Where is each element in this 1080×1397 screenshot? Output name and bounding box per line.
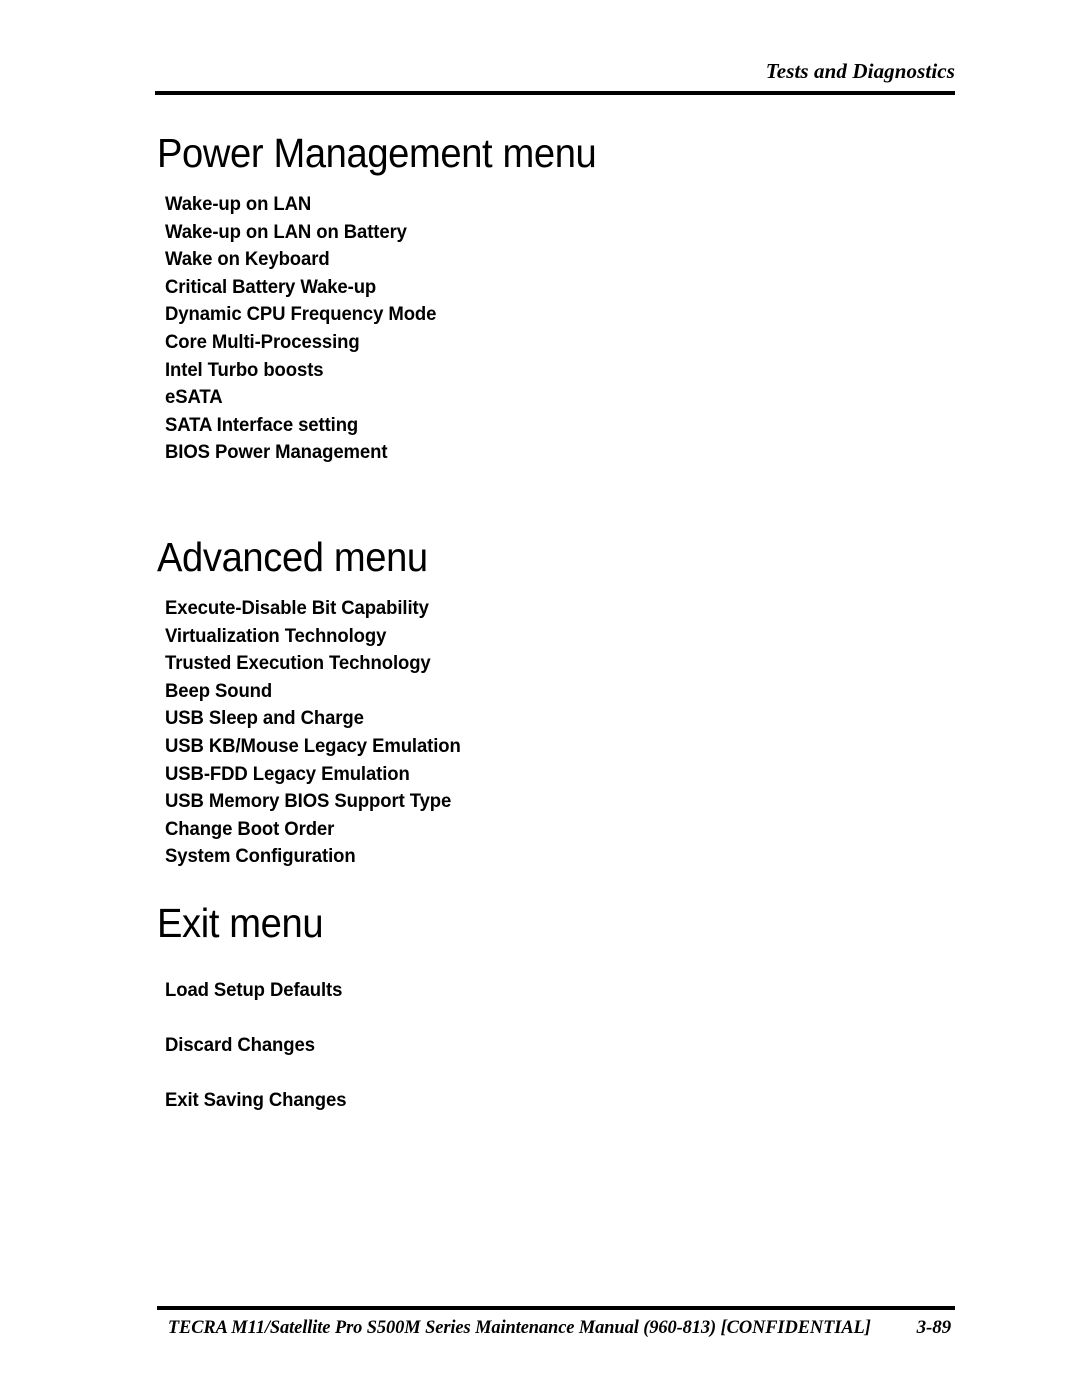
- section-heading-exit: Exit menu: [157, 900, 324, 946]
- list-item: Exit Saving Changes: [165, 1089, 347, 1111]
- list-item: Wake-up on LAN: [165, 193, 312, 215]
- list-item: Load Setup Defaults: [165, 979, 343, 1001]
- list-item: Dynamic CPU Frequency Mode: [165, 303, 437, 326]
- list-item: eSATA: [165, 386, 223, 409]
- page-header: Tests and Diagnostics: [155, 58, 955, 84]
- list-item: Virtualization Technology: [165, 624, 387, 647]
- list-item: USB Sleep and Charge: [165, 707, 364, 730]
- header-rule: [155, 91, 955, 95]
- list-item: Intel Turbo boosts: [165, 358, 324, 381]
- section-heading-advanced: Advanced menu: [157, 534, 428, 580]
- menu-list-exit: Load Setup Defaults Discard Changes Exit…: [165, 963, 977, 1128]
- page-footer: TECRA M11/Satellite Pro S500M Series Mai…: [157, 1316, 955, 1340]
- list-item: SATA Interface setting: [165, 413, 359, 436]
- footer-manual-title: TECRA M11/Satellite Pro S500M Series Mai…: [167, 1317, 871, 1338]
- menu-list-power-management: Wake-up on LAN Wake-up on LAN on Battery…: [165, 191, 977, 467]
- list-item: Critical Battery Wake-up: [165, 275, 377, 298]
- list-item: BIOS Power Management: [165, 441, 388, 464]
- menu-list-advanced: Execute-Disable Bit Capability Virtualiz…: [165, 595, 977, 871]
- document-page: Tests and Diagnostics Power Management m…: [0, 0, 1080, 1397]
- section-heading-power-management: Power Management menu: [157, 130, 597, 176]
- list-item: Change Boot Order: [165, 817, 335, 840]
- list-item: System Configuration: [165, 845, 356, 868]
- section-power-management: Power Management menu Wake-up on LAN Wak…: [157, 130, 977, 467]
- list-item: USB-FDD Legacy Emulation: [165, 762, 410, 785]
- list-item: Wake on Keyboard: [165, 248, 330, 271]
- footer-rule: [157, 1306, 955, 1310]
- list-item: Core Multi-Processing: [165, 330, 360, 353]
- header-title: Tests and Diagnostics: [765, 59, 955, 83]
- list-item: Discard Changes: [165, 1034, 315, 1056]
- list-item: Trusted Execution Technology: [165, 652, 431, 675]
- section-advanced: Advanced menu Execute-Disable Bit Capabi…: [157, 534, 977, 871]
- section-exit: Exit menu Load Setup Defaults Discard Ch…: [157, 900, 977, 1128]
- list-item: Wake-up on LAN on Battery: [165, 220, 407, 243]
- list-item: USB Memory BIOS Support Type: [165, 790, 452, 813]
- list-item: USB KB/Mouse Legacy Emulation: [165, 734, 461, 757]
- list-item: Beep Sound: [165, 679, 273, 702]
- footer-page-number: 3-89: [916, 1317, 952, 1338]
- list-item: Execute-Disable Bit Capability: [165, 597, 429, 619]
